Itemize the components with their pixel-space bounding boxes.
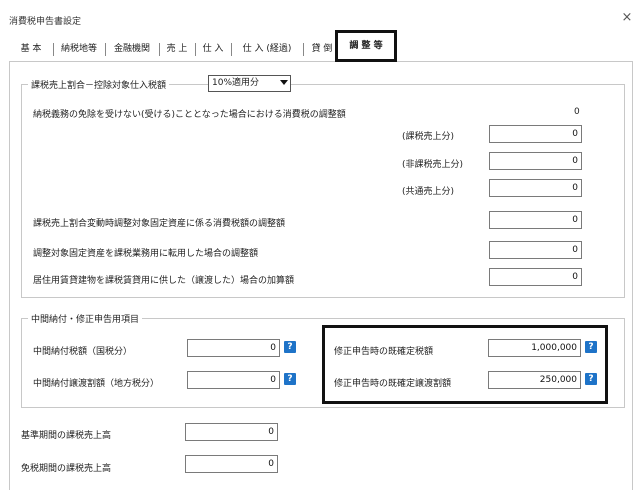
tab-basic[interactable]: 基 本 [11, 38, 51, 60]
help-icon[interactable]: ? [585, 341, 597, 353]
exemption-adjustment-label: 納税義務の免除を受けない(受ける)こととなった場合における消費税の調整額 [33, 110, 346, 120]
interim-national-tax-input[interactable]: 0 [187, 339, 280, 357]
exemption-adjustment-value: 0 [574, 107, 580, 117]
amended-return-highlight [322, 325, 608, 404]
tax-rate-select-value: 10%適用分 [212, 78, 260, 88]
tab-separator [53, 43, 54, 56]
group-legend: 中間納付・修正申告用項目 [28, 312, 143, 325]
tax-rate-select[interactable]: 10%適用分 [208, 75, 291, 92]
help-icon[interactable]: ? [284, 341, 296, 353]
amended-confirmed-tax-label: 修正申告時の既確定税額 [334, 347, 434, 357]
tab-separator [105, 43, 106, 56]
common-sales-label: (共通売上分) [402, 187, 455, 197]
base-period-sales-input[interactable]: 0 [185, 423, 278, 441]
tab-sales[interactable]: 売 上 [161, 38, 193, 60]
amended-confirmed-tax-input[interactable]: 1,000,000 [488, 339, 581, 357]
help-icon[interactable]: ? [284, 373, 296, 385]
tab-separator [303, 43, 304, 56]
residential-rental-label: 居住用賃貸建物を課税賃貸用に供した（譲渡した）場合の加算額 [33, 276, 295, 286]
window-title: 消費税申告書設定 [9, 17, 82, 27]
tab-tax-place[interactable]: 納税地等 [55, 38, 103, 60]
amended-confirmed-transfer-input[interactable]: 250,000 [488, 371, 581, 389]
tab-purchase-transition[interactable]: 仕 入 (経過) [233, 38, 301, 60]
tab-financial[interactable]: 金融機関 [107, 38, 157, 60]
exempt-period-sales-input[interactable]: 0 [185, 455, 278, 473]
nontaxable-sales-input[interactable]: 0 [489, 152, 582, 170]
base-period-sales-label: 基準期間の課税売上高 [21, 431, 112, 441]
amended-confirmed-transfer-label: 修正申告時の既確定譲渡割額 [334, 379, 452, 389]
tab-adjustments[interactable]: 調 整 等 [335, 30, 397, 62]
residential-rental-input[interactable]: 0 [489, 268, 582, 286]
tab-separator [159, 43, 160, 56]
conversion-adjustment-input[interactable]: 0 [489, 241, 582, 259]
help-icon[interactable]: ? [585, 373, 597, 385]
ratio-change-adjustment-input[interactable]: 0 [489, 211, 582, 229]
taxable-sales-label: (課税売上分) [402, 132, 455, 142]
title-bar [0, 0, 644, 36]
interim-national-tax-label: 中間納付税額（国税分） [33, 347, 133, 357]
chevron-down-icon [280, 80, 288, 85]
ratio-change-adjustment-label: 課税売上割合変動時調整対象固定資産に係る消費税額の調整額 [33, 219, 286, 229]
common-sales-input[interactable]: 0 [489, 179, 582, 197]
tab-purchase[interactable]: 仕 入 [197, 38, 229, 60]
interim-local-tax-input[interactable]: 0 [187, 371, 280, 389]
tab-bad-debt[interactable]: 貸 倒 [305, 38, 339, 60]
group-legend: 課税売上割合－控除対象仕入税額 [28, 78, 170, 91]
close-icon[interactable]: × [619, 10, 635, 26]
interim-local-tax-label: 中間納付譲渡割額（地方税分） [33, 379, 160, 389]
conversion-adjustment-label: 調整対象固定資産を課税業務用に転用した場合の調整額 [33, 249, 259, 259]
nontaxable-sales-label: (非課税売上分) [402, 160, 464, 170]
taxable-sales-input[interactable]: 0 [489, 125, 582, 143]
exempt-period-sales-label: 免税期間の課税売上高 [21, 464, 112, 474]
tab-separator [231, 43, 232, 56]
tab-separator [195, 43, 196, 56]
